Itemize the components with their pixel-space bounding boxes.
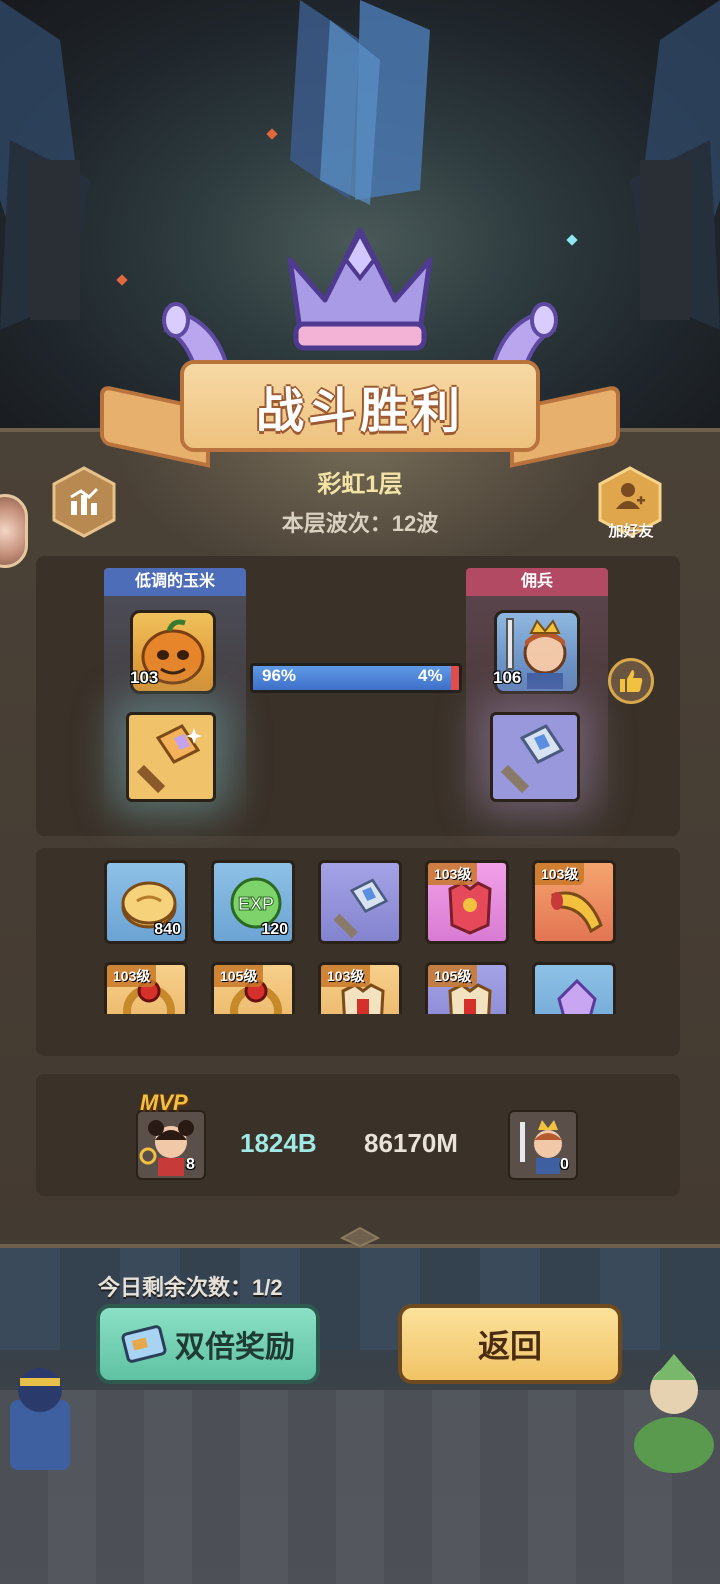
reward-level: 103级 (535, 863, 585, 885)
victory-banner: 战斗胜利 (90, 220, 630, 470)
reward-item[interactable]: 105级 (425, 962, 509, 1014)
right-weapon-card[interactable] (490, 712, 580, 802)
crystal-icon (557, 978, 597, 1014)
enemy-count: 0 (560, 1156, 569, 1173)
monster-icon (634, 1354, 714, 1473)
left-weapon-card[interactable] (126, 712, 216, 802)
steel-hammer-icon (500, 724, 565, 794)
crystal-decoration (290, 0, 430, 205)
panel-ornament (340, 1226, 380, 1248)
reward-item[interactable]: 103级 (425, 860, 509, 944)
soldier-icon (10, 1368, 70, 1470)
left-team-name: 低调的玉米 (104, 568, 246, 596)
mvp-left-value: 1824B (240, 1128, 317, 1158)
mvp-left-count: 8 (186, 1156, 195, 1173)
ticket-icon (121, 1325, 167, 1363)
reward-level: 105级 (214, 965, 264, 987)
reward-item[interactable]: 840 (104, 860, 188, 944)
reward-level: 105级 (428, 965, 478, 987)
like-button[interactable] (608, 658, 654, 704)
gold-hammer-icon (136, 724, 202, 794)
mvp-right-value: 86170M (364, 1128, 458, 1158)
exp-orb-text: EXP (238, 894, 274, 914)
reward-count: 120 (261, 921, 288, 938)
damage-share-right: 4% (418, 666, 443, 685)
reward-level: 103级 (107, 965, 157, 987)
damage-share-left: 96% (262, 666, 297, 685)
steel-hammer-icon (333, 878, 389, 939)
banner-ribbon: 战斗胜利 (180, 360, 540, 452)
mvp-badge: MVP (140, 1090, 188, 1115)
banner-title: 战斗胜利 (255, 385, 464, 438)
reward-item[interactable]: 103级 (318, 962, 402, 1014)
double-reward-button[interactable]: 双倍奖励 (96, 1304, 320, 1384)
remaining-attempts: 今日剩余次数：1/2 (98, 1275, 283, 1300)
floor-title: 彩虹1层 (317, 471, 403, 498)
reward-item[interactable] (318, 860, 402, 944)
back-button[interactable]: 返回 (398, 1304, 622, 1384)
ground-tiles (0, 1390, 720, 1584)
left-hero-level: 103 (130, 668, 159, 687)
reward-item[interactable]: 103级 (532, 860, 616, 944)
wave-count: 本层波次：12波 (281, 511, 439, 536)
right-team-name: 佣兵 (466, 568, 608, 596)
thumbs-up-icon (620, 670, 643, 692)
reward-item[interactable]: 105级 (211, 962, 295, 1014)
mvp-panel (36, 1074, 680, 1196)
reward-item[interactable]: EXP 120 (211, 860, 295, 944)
right-hero-level: 106 (493, 668, 522, 687)
rewards-grid[interactable]: 840 EXP 120 103级 103级 103级 105级 103级 105… (100, 858, 630, 1014)
crown-icon (287, 227, 433, 351)
reward-level: 103级 (321, 965, 371, 987)
reward-level: 103级 (428, 863, 478, 885)
double-reward-label: 双倍奖励 (175, 1331, 295, 1364)
reward-item[interactable] (532, 962, 616, 1014)
reward-count: 840 (154, 921, 181, 938)
back-label: 返回 (477, 1328, 542, 1364)
mvp-hero-portrait[interactable] (136, 1110, 206, 1180)
reward-item[interactable]: 103级 (104, 962, 188, 1014)
